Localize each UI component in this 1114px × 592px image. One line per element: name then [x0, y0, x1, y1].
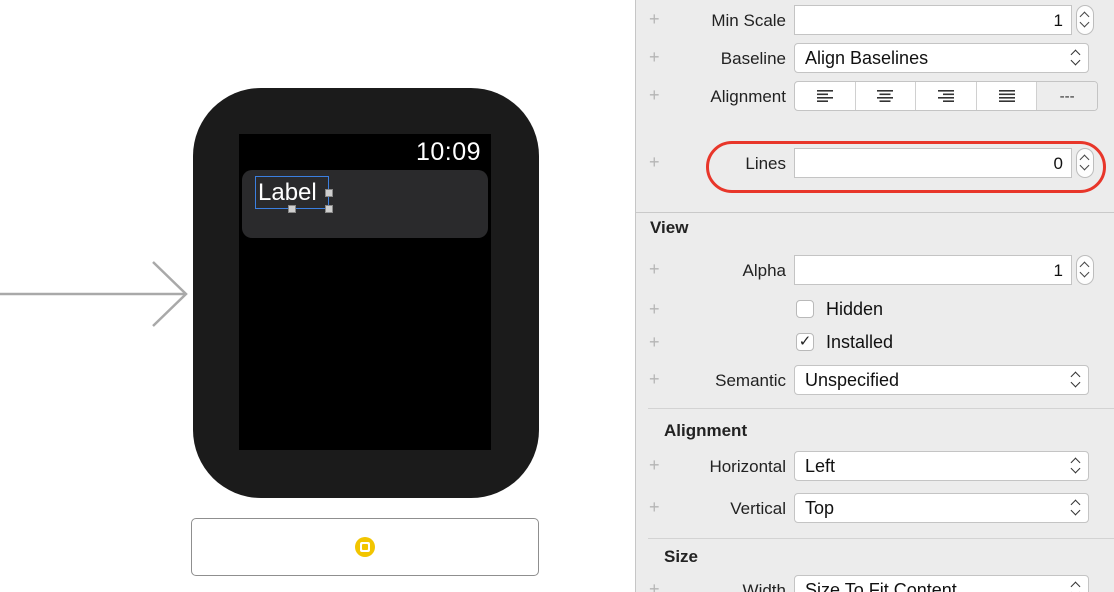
interface-controller-icon[interactable]	[354, 536, 376, 558]
add-variation-icon[interactable]: +	[649, 151, 663, 173]
baseline-row: + Baseline Align Baselines	[636, 40, 1114, 76]
align-center-icon	[877, 90, 894, 102]
align-center-button[interactable]	[856, 82, 917, 110]
popup-arrows-icon	[1070, 581, 1080, 592]
add-variation-icon[interactable]: +	[649, 46, 663, 68]
watch-time: 10:09	[415, 138, 481, 166]
add-variation-icon[interactable]: +	[649, 454, 663, 476]
horizontal-row: + Horizontal Left	[636, 448, 1114, 484]
width-value: Size To Fit Content	[805, 580, 957, 592]
add-variation-icon[interactable]: +	[649, 496, 663, 518]
alignment-section-title: Alignment	[664, 421, 748, 440]
baseline-value: Align Baselines	[805, 48, 929, 68]
popup-arrows-icon	[1070, 371, 1080, 389]
popup-arrows-icon	[1070, 49, 1080, 67]
installed-row: + ✓ Installed	[636, 325, 1114, 361]
width-row: + Width Size To Fit Content	[636, 572, 1114, 592]
hidden-row: + Hidden	[636, 292, 1114, 328]
align-justified-button[interactable]	[977, 82, 1038, 110]
size-section-title: Size	[664, 547, 699, 566]
semantic-popup[interactable]: Unspecified	[794, 365, 1089, 395]
add-variation-icon[interactable]: +	[649, 84, 663, 106]
view-section-title: View	[650, 218, 689, 237]
vertical-label: Vertical	[730, 499, 786, 518]
lines-highlight-annotation	[706, 141, 1106, 193]
watch-group[interactable]: Label	[242, 170, 488, 238]
resize-handle-right[interactable]	[325, 189, 333, 197]
min-scale-row: + Min Scale 1	[636, 2, 1114, 38]
popup-arrows-icon	[1070, 499, 1080, 517]
add-variation-icon[interactable]: +	[649, 578, 663, 592]
add-variation-icon[interactable]: +	[649, 331, 663, 353]
horizontal-label: Horizontal	[709, 457, 786, 476]
baseline-label: Baseline	[720, 49, 786, 68]
horizontal-value: Left	[805, 456, 836, 476]
semantic-label: Semantic	[715, 371, 786, 390]
horizontal-popup[interactable]: Left	[794, 451, 1089, 481]
min-scale-stepper[interactable]	[1076, 5, 1094, 35]
width-popup[interactable]: Size To Fit Content	[794, 575, 1089, 592]
vertical-value: Top	[805, 498, 835, 518]
vertical-popup[interactable]: Top	[794, 493, 1089, 523]
subsection-divider	[648, 538, 1114, 539]
attributes-inspector: + Min Scale 1 + Baseline Align Baselines…	[635, 0, 1114, 592]
min-scale-field[interactable]: 1	[794, 5, 1072, 35]
hidden-label: Hidden	[826, 299, 884, 319]
section-divider	[636, 212, 1114, 213]
alpha-row: + Alpha 1	[636, 252, 1114, 288]
alpha-label: Alpha	[742, 261, 786, 280]
add-variation-icon[interactable]: +	[649, 8, 663, 30]
min-scale-label: Min Scale	[711, 11, 786, 30]
semantic-value: Unspecified	[805, 370, 900, 390]
watch-screen: 10:09 Label	[239, 134, 491, 450]
semantic-row: + Semantic Unspecified	[636, 362, 1114, 398]
align-left-button[interactable]	[795, 82, 856, 110]
add-variation-icon[interactable]: +	[649, 298, 663, 320]
alpha-field[interactable]: 1	[794, 255, 1072, 285]
subsection-divider	[648, 408, 1114, 409]
alpha-stepper[interactable]	[1076, 255, 1094, 285]
text-alignment-row: + Alignment ---	[636, 78, 1114, 114]
resize-handle-bottom[interactable]	[288, 205, 296, 213]
width-label: Width	[742, 581, 786, 592]
installed-checkbox[interactable]: ✓	[796, 333, 814, 351]
align-justified-icon	[998, 90, 1015, 102]
add-variation-icon[interactable]: +	[649, 258, 663, 280]
scene-dock-bar[interactable]	[191, 518, 539, 576]
align-left-icon	[816, 90, 833, 102]
resize-handle-corner[interactable]	[325, 205, 333, 213]
popup-arrows-icon	[1070, 457, 1080, 475]
align-right-button[interactable]	[916, 82, 977, 110]
text-alignment-segmented-control[interactable]: ---	[794, 81, 1098, 111]
hidden-checkbox[interactable]	[796, 300, 814, 318]
add-variation-icon[interactable]: +	[649, 368, 663, 390]
align-natural-button[interactable]: ---	[1037, 82, 1097, 110]
align-right-icon	[937, 90, 954, 102]
min-scale-value: 1	[1053, 11, 1063, 30]
installed-label: Installed	[826, 332, 894, 352]
text-alignment-label: Alignment	[710, 87, 786, 106]
baseline-popup[interactable]: Align Baselines	[794, 43, 1089, 73]
alpha-value: 1	[1053, 261, 1063, 280]
storyboard-entry-arrow	[0, 261, 188, 327]
vertical-row: + Vertical Top	[636, 490, 1114, 526]
